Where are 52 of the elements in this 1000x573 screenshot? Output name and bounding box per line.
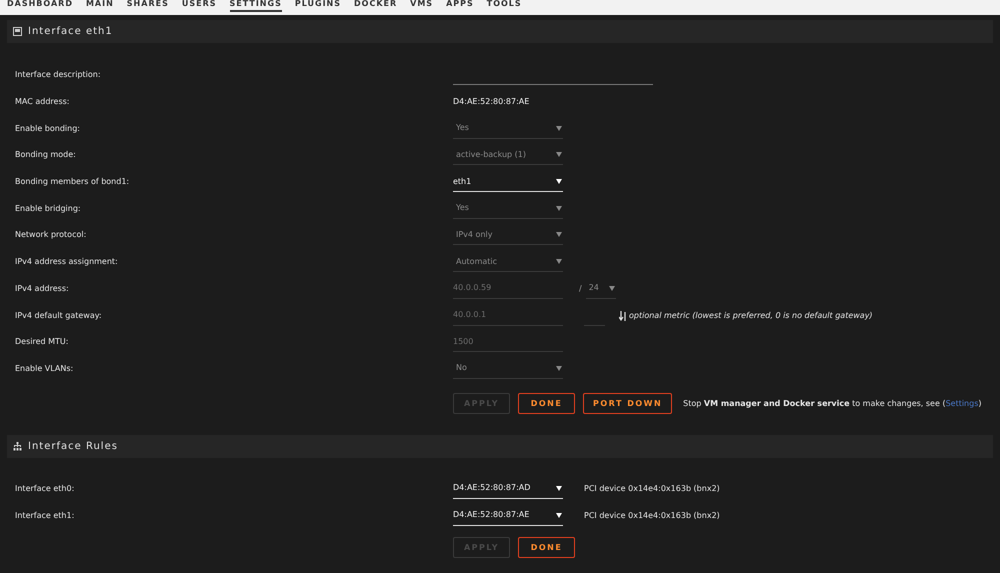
- field-value: D4:AE:52:80:87:AE: [453, 96, 530, 108]
- caret-icon: [556, 152, 562, 158]
- nav-tab[interactable]: VMS: [410, 0, 434, 12]
- field-label: Network protocol:: [14, 229, 88, 242]
- field-label: IPv4 address:: [14, 282, 70, 295]
- section-title: Interface Rules: [28, 440, 118, 454]
- nav-tab[interactable]: USERS: [182, 0, 216, 12]
- network-tree-icon: [13, 442, 22, 452]
- nav-tab[interactable]: PLUGINS: [294, 0, 341, 12]
- action-button[interactable]: PORT DOWN: [583, 393, 672, 414]
- nav-tab[interactable]: APPS: [446, 0, 474, 12]
- field-label: Bonding mode:: [14, 149, 77, 162]
- field-label: MAC address:: [14, 96, 70, 108]
- caret-icon: [556, 179, 562, 184]
- service-note: Stop VM manager and Docker service to make changes, see (Settings): [683, 398, 982, 410]
- action-button[interactable]: DONE: [518, 393, 575, 414]
- caret-icon: [556, 206, 562, 211]
- sort-icon: [619, 310, 627, 321]
- field-label: Enable VLANs:: [14, 362, 74, 375]
- network-card-icon: [13, 27, 22, 36]
- field-label: Enable bridging:: [14, 202, 82, 215]
- caret-icon: [556, 366, 562, 371]
- nav-tab[interactable]: SETTINGS: [230, 0, 282, 12]
- field-label: Interface eth0:: [14, 482, 76, 495]
- action-button[interactable]: DONE: [518, 537, 575, 558]
- caret-icon: [556, 126, 562, 131]
- field-label: Enable bonding:: [14, 122, 81, 135]
- settings-link[interactable]: Settings: [946, 398, 978, 408]
- caret-icon: [608, 286, 615, 291]
- nav-tab[interactable]: DASHBOARD: [7, 0, 73, 12]
- select-field[interactable]: eth1: [453, 172, 563, 192]
- nav-tab[interactable]: MAIN: [86, 0, 114, 12]
- caret-icon: [556, 486, 562, 491]
- caret-icon: [556, 259, 562, 264]
- separator-text: /: [579, 282, 582, 295]
- field-label: IPv4 address assignment:: [14, 256, 119, 268]
- field-label: Desired MTU:: [14, 336, 70, 348]
- nav-tab[interactable]: DOCKER: [354, 0, 398, 12]
- nav-tab[interactable]: TOOLS: [486, 0, 522, 12]
- field-label: Interface description:: [14, 69, 102, 82]
- device-info: PCI device 0x14e4:0x163b (bnx2): [584, 482, 720, 495]
- select-field[interactable]: D4:AE:52:80:87:AD: [453, 478, 563, 499]
- nav-tab[interactable]: SHARES: [126, 0, 169, 12]
- field-label: IPv4 default gateway:: [14, 310, 103, 322]
- caret-icon: [556, 512, 562, 518]
- caret-icon: [556, 232, 562, 238]
- select-field[interactable]: D4:AE:52:80:87:AE: [453, 506, 563, 526]
- section-title: Interface eth1: [28, 25, 113, 39]
- metric-note: optional metric (lowest is preferred, 0 is no default gateway): [629, 310, 873, 322]
- field-label: Interface eth1:: [14, 510, 76, 522]
- device-info: PCI device 0x14e4:0x163b (bnx2): [584, 510, 720, 522]
- field-label: Bonding members of bond1:: [14, 176, 130, 188]
